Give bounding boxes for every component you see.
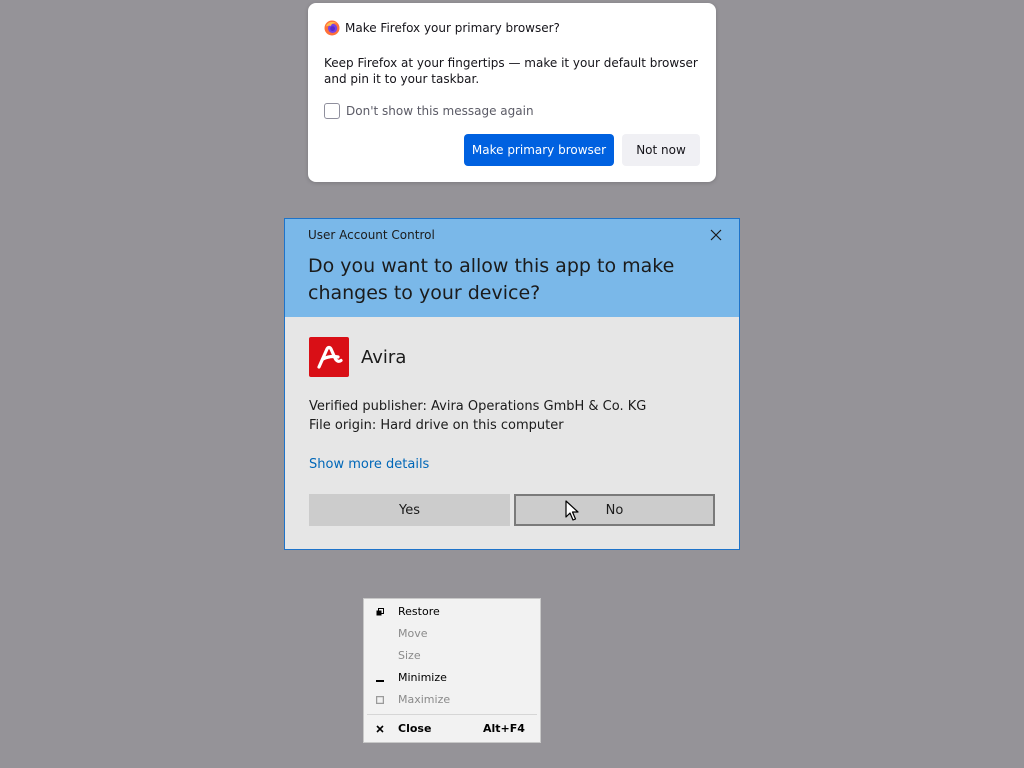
menu-item-maximize[interactable]: Maximize [365, 689, 539, 711]
menu-item-move[interactable]: Move [365, 623, 539, 645]
uac-yes-button[interactable]: Yes [309, 494, 510, 526]
menu-item-shortcut: Alt+F4 [483, 722, 525, 735]
uac-close-button[interactable] [703, 224, 729, 246]
menu-item-label: Close [398, 722, 432, 735]
firefox-dialog-message: Keep Firefox at your fingertips — make i… [324, 56, 698, 86]
menu-item-label: Move [398, 627, 428, 640]
not-now-button[interactable]: Not now [622, 134, 700, 166]
uac-no-button[interactable]: No [514, 494, 715, 526]
close-icon [373, 718, 387, 740]
show-more-details-link[interactable]: Show more details [309, 457, 429, 472]
menu-item-label: Size [398, 649, 421, 662]
uac-header: User Account Control Do you want to allo… [285, 219, 739, 317]
menu-item-close[interactable]: Close Alt+F4 [365, 718, 539, 740]
dont-show-again-label[interactable]: Don't show this message again [346, 104, 534, 118]
avira-glyph-icon [317, 345, 343, 369]
window-system-menu: Restore Move Size Minimize Maximize Clos… [363, 598, 541, 743]
uac-file-origin: File origin: Hard drive on this computer [309, 418, 564, 433]
uac-app-name: Avira [361, 347, 407, 368]
uac-verified-publisher: Verified publisher: Avira Operations Gmb… [309, 399, 647, 414]
menu-item-label: Restore [398, 605, 440, 618]
dont-show-again-checkbox[interactable] [324, 103, 340, 119]
minimize-icon [373, 667, 387, 689]
uac-dialog: User Account Control Do you want to allo… [284, 218, 740, 550]
firefox-logo-icon [324, 20, 340, 36]
menu-item-label: Minimize [398, 671, 447, 684]
firefox-dialog-title: Make Firefox your primary browser? [345, 21, 560, 35]
menu-item-minimize[interactable]: Minimize [365, 667, 539, 689]
close-icon [710, 229, 722, 241]
firefox-dialog-header: Make Firefox your primary browser? [324, 20, 560, 36]
mouse-cursor-icon [565, 500, 579, 521]
menu-separator [367, 714, 537, 715]
dont-show-again-row[interactable]: Don't show this message again [324, 103, 534, 119]
uac-question: Do you want to allow this app to make ch… [308, 255, 675, 304]
menu-item-restore[interactable]: Restore [365, 601, 539, 623]
firefox-default-browser-dialog: Make Firefox your primary browser? Keep … [308, 3, 716, 182]
uac-caption: User Account Control [308, 228, 435, 242]
maximize-icon [373, 689, 387, 711]
menu-item-label: Maximize [398, 693, 451, 706]
avira-logo-icon [309, 337, 349, 377]
make-primary-browser-button[interactable]: Make primary browser [464, 134, 614, 166]
restore-icon [373, 601, 387, 623]
menu-item-size[interactable]: Size [365, 645, 539, 667]
